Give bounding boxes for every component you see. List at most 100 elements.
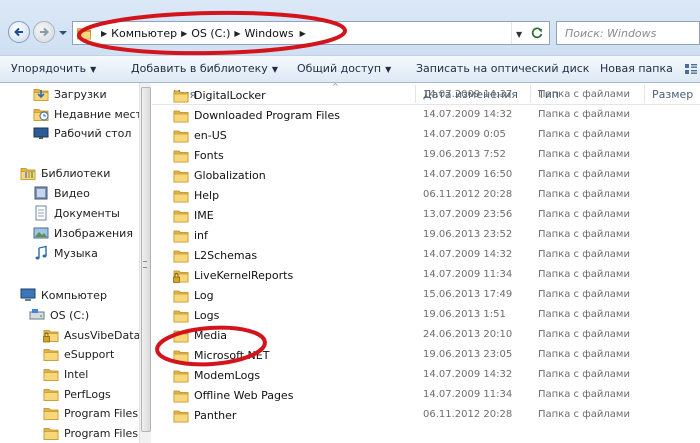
sidebar-item-esupport[interactable]: eSupport xyxy=(43,345,114,363)
share-button[interactable]: Общий доступ ▼ xyxy=(297,62,391,75)
breadcrumb-drive[interactable]: OS (C:) xyxy=(191,27,230,40)
folder-icon xyxy=(173,188,189,203)
downloads-icon xyxy=(33,86,49,102)
scrollbar-thumb[interactable] xyxy=(141,87,151,432)
sidebar-item-label: Изображения xyxy=(54,226,133,240)
sidebar-item-label: Недавние места xyxy=(54,107,149,121)
sidebar-item-program-files-x86[interactable]: Program Files ( xyxy=(43,424,146,442)
file-date: 19.06.2013 23:52 xyxy=(423,229,513,240)
table-row[interactable]: DigitalLocker 14.07.2009 14:37 Папка с фай… xyxy=(152,86,700,106)
table-row[interactable]: Help 06.11.2012 20:28 Папка с файлами xyxy=(152,186,700,206)
file-date: 14.07.2009 14:37 xyxy=(423,89,513,100)
file-name[interactable]: inf xyxy=(194,229,208,242)
search-input[interactable]: Поиск: Windows xyxy=(556,21,700,45)
breadcrumb-computer[interactable]: Компьютер xyxy=(111,27,177,40)
sidebar-item-pictures[interactable]: Изображения xyxy=(33,224,133,242)
breadcrumb-separator-icon[interactable]: ▶ xyxy=(234,29,240,38)
forward-button[interactable] xyxy=(33,21,55,43)
table-row[interactable]: LiveKernelReports 14.07.2009 11:34 Папка с… xyxy=(152,266,700,286)
file-name[interactable]: ModemLogs xyxy=(194,369,260,382)
file-name[interactable]: L2Schemas xyxy=(194,249,257,262)
table-row[interactable]: inf 19.06.2013 23:52 Папка с файлами xyxy=(152,226,700,246)
table-row[interactable]: IME 13.07.2009 23:56 Папка с файлами xyxy=(152,206,700,226)
new-folder-button[interactable]: Новая папка xyxy=(600,62,673,75)
refresh-icon[interactable] xyxy=(530,26,544,40)
file-name[interactable]: Downloaded Program Files xyxy=(194,109,340,122)
sidebar-item-label: Музыка xyxy=(54,246,98,260)
folder-icon xyxy=(76,26,92,40)
sidebar-item-label: Intel xyxy=(64,367,89,381)
sidebar-item-label: Библиотеки xyxy=(41,166,111,180)
address-history-dropdown-icon[interactable]: ▼ xyxy=(516,30,522,39)
table-row[interactable]: Downloaded Program Files 14.07.2009 14:32… xyxy=(152,106,700,126)
sidebar-item-video[interactable]: Видео xyxy=(33,184,90,202)
sidebar-item-downloads[interactable]: Загрузки xyxy=(33,85,107,103)
file-name[interactable]: IME xyxy=(194,209,214,222)
sidebar-item-music[interactable]: Музыка xyxy=(33,244,98,262)
sidebar-item-intel[interactable]: Intel xyxy=(43,365,88,383)
breadcrumb-separator-icon[interactable]: ▶ xyxy=(181,29,187,38)
sidebar-item-libraries[interactable]: Библиотеки xyxy=(20,164,110,182)
navigation-scrollbar[interactable] xyxy=(139,83,151,443)
drive-icon xyxy=(29,309,45,320)
breadcrumb-windows[interactable]: Windows xyxy=(245,27,294,40)
sidebar-item-program-files[interactable]: Program Files xyxy=(43,404,138,422)
file-type: Папка с файлами xyxy=(538,209,630,220)
table-row[interactable]: Fonts 19.06.2013 7:52 Папка с файлами xyxy=(152,146,700,166)
table-row[interactable]: ModemLogs 14.07.2009 14:32 Папка с файлами xyxy=(152,366,700,386)
file-name[interactable]: Media xyxy=(194,329,227,342)
table-row[interactable]: en-US 14.07.2009 0:05 Папка с файлами xyxy=(152,126,700,146)
breadcrumb-separator-icon[interactable]: ▶ xyxy=(300,29,306,38)
table-row[interactable]: Panther 06.11.2012 20:28 Папка с файлами xyxy=(152,406,700,426)
add-to-library-button[interactable]: Добавить в библиотеку ▼ xyxy=(131,62,278,75)
file-name[interactable]: Offline Web Pages xyxy=(194,389,293,402)
file-date: 06.11.2012 20:28 xyxy=(423,189,513,200)
table-row[interactable]: Media 24.06.2013 20:10 Папка с файлами xyxy=(152,326,700,346)
view-options-icon[interactable] xyxy=(684,62,698,76)
file-date: 14.07.2009 14:32 xyxy=(423,369,513,380)
file-name[interactable]: Microsoft.NET xyxy=(194,349,269,362)
file-name[interactable]: DigitalLocker xyxy=(194,89,266,102)
back-button[interactable] xyxy=(8,21,30,43)
table-row[interactable]: Microsoft.NET 19.06.2013 23:05 Папка с фай… xyxy=(152,346,700,366)
sidebar-item-computer[interactable]: Компьютер xyxy=(20,286,107,304)
sidebar-item-asusvibedata[interactable]: AsusVibeData xyxy=(43,326,140,344)
file-list: ^ Имя Дата изменения Тип Размер DigitalL… xyxy=(152,83,700,443)
sidebar-item-documents[interactable]: Документы xyxy=(33,204,120,222)
file-date: 14.07.2009 14:32 xyxy=(423,249,513,260)
sidebar-item-desktop[interactable]: Рабочий стол xyxy=(33,124,131,142)
table-row[interactable]: Globalization 14.07.2009 16:50 Папка с фай… xyxy=(152,166,700,186)
folder-icon xyxy=(43,366,59,382)
table-row[interactable]: L2Schemas 14.07.2009 14:32 Папка с файлами xyxy=(152,246,700,266)
sidebar-item-drive-c[interactable]: OS (C:) xyxy=(29,306,89,324)
recent-pages-dropdown-icon[interactable] xyxy=(58,29,68,37)
file-name[interactable]: Log xyxy=(194,289,214,302)
organize-button[interactable]: Упорядочить ▼ xyxy=(11,62,96,75)
table-row[interactable]: Logs 19.06.2013 1:51 Папка с файлами xyxy=(152,306,700,326)
file-name[interactable]: Panther xyxy=(194,409,236,422)
folder-icon xyxy=(43,405,59,421)
organize-label: Упорядочить xyxy=(11,62,87,75)
file-type: Папка с файлами xyxy=(538,89,630,100)
file-type: Папка с файлами xyxy=(538,129,630,140)
table-row[interactable]: Log 15.06.2013 17:49 Папка с файлами xyxy=(152,286,700,306)
file-name[interactable]: LiveKernelReports xyxy=(194,269,293,282)
file-name[interactable]: Fonts xyxy=(194,149,224,162)
file-name[interactable]: Globalization xyxy=(194,169,266,182)
sidebar-item-label: OS (C:) xyxy=(50,308,90,322)
file-name[interactable]: en-US xyxy=(194,129,227,142)
sidebar-item-perflogs[interactable]: PerfLogs xyxy=(43,385,111,403)
sidebar-item-recent-places[interactable]: Недавние места xyxy=(33,105,149,123)
file-type: Папка с файлами xyxy=(538,229,630,240)
file-type: Папка с файлами xyxy=(538,269,630,280)
navigation-pane: Загрузки Недавние места Рабочий стол Биб… xyxy=(0,83,151,443)
folder-icon xyxy=(173,128,189,143)
file-name[interactable]: Logs xyxy=(194,309,219,322)
folder-icon xyxy=(43,386,59,402)
address-bar[interactable]: ▶ Компьютер ▶ OS (C:) ▶ Windows ▶ ▼ xyxy=(72,21,550,45)
folder-icon xyxy=(173,248,189,263)
file-name[interactable]: Help xyxy=(194,189,219,202)
breadcrumb-separator-icon[interactable]: ▶ xyxy=(101,29,107,38)
table-row[interactable]: Offline Web Pages 14.07.2009 11:34 Папка с… xyxy=(152,386,700,406)
burn-button[interactable]: Записать на оптический диск xyxy=(416,62,589,75)
